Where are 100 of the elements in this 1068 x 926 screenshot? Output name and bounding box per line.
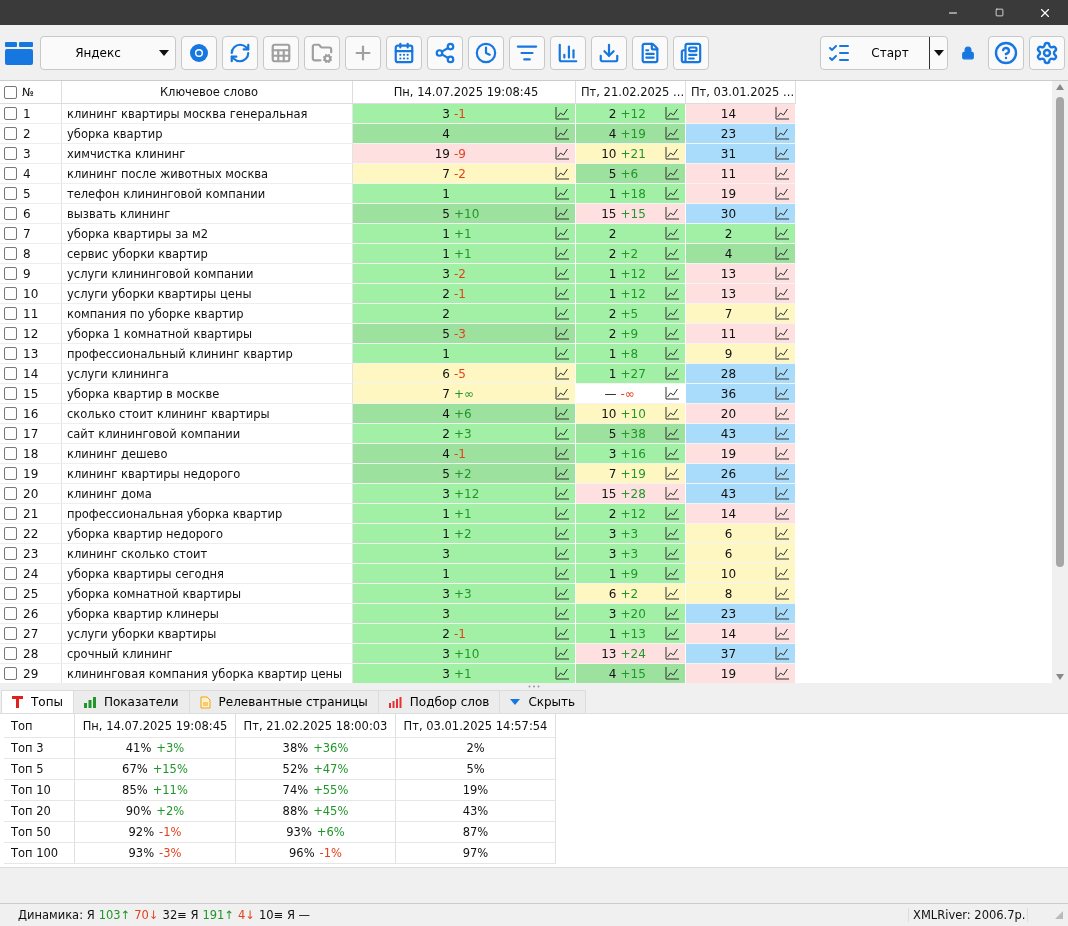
toolbar-button[interactable] [509, 35, 545, 70]
checkbox[interactable] [4, 587, 17, 600]
scrollbar[interactable] [1052, 81, 1068, 683]
column-header[interactable]: № [0, 81, 62, 104]
line-chart-icon[interactable] [665, 127, 679, 140]
lock-icon[interactable] [961, 45, 975, 60]
line-chart-icon[interactable] [665, 307, 679, 320]
checkbox[interactable] [4, 247, 17, 260]
checkbox[interactable] [4, 307, 17, 320]
line-chart-icon[interactable] [555, 347, 569, 360]
checkbox[interactable] [4, 507, 17, 520]
scrollbar-thumb[interactable] [1056, 97, 1064, 567]
line-chart-icon[interactable] [665, 207, 679, 220]
line-chart-icon[interactable] [775, 147, 789, 160]
line-chart-icon[interactable] [665, 527, 679, 540]
line-chart-icon[interactable] [665, 547, 679, 560]
checkbox[interactable] [4, 407, 17, 420]
line-chart-icon[interactable] [665, 487, 679, 500]
line-chart-icon[interactable] [555, 187, 569, 200]
line-chart-icon[interactable] [555, 407, 569, 420]
checkbox[interactable] [4, 547, 17, 560]
line-chart-icon[interactable] [775, 307, 789, 320]
toolbar-button[interactable] [386, 35, 422, 70]
line-chart-icon[interactable] [665, 107, 679, 120]
toolbar-button[interactable] [988, 35, 1024, 70]
line-chart-icon[interactable] [555, 267, 569, 280]
resize-grip-icon[interactable] [1054, 910, 1064, 920]
line-chart-icon[interactable] [775, 347, 789, 360]
line-chart-icon[interactable] [775, 487, 789, 500]
checkbox[interactable] [4, 607, 17, 620]
checkbox[interactable] [4, 427, 17, 440]
checkbox[interactable] [4, 487, 17, 500]
checkbox[interactable] [4, 647, 17, 660]
checkbox[interactable] [4, 447, 17, 460]
line-chart-icon[interactable] [775, 647, 789, 660]
line-chart-icon[interactable] [775, 227, 789, 240]
line-chart-icon[interactable] [555, 387, 569, 400]
line-chart-icon[interactable] [555, 207, 569, 220]
checkbox[interactable] [4, 327, 17, 340]
line-chart-icon[interactable] [775, 507, 789, 520]
toolbar-button[interactable] [181, 35, 217, 70]
line-chart-icon[interactable] [775, 447, 789, 460]
checkbox[interactable] [4, 267, 17, 280]
checkbox[interactable] [4, 287, 17, 300]
line-chart-icon[interactable] [775, 547, 789, 560]
checkbox[interactable] [4, 107, 17, 120]
line-chart-icon[interactable] [665, 167, 679, 180]
line-chart-icon[interactable] [555, 307, 569, 320]
line-chart-icon[interactable] [555, 167, 569, 180]
line-chart-icon[interactable] [555, 507, 569, 520]
line-chart-icon[interactable] [555, 127, 569, 140]
checkbox[interactable] [4, 367, 17, 380]
line-chart-icon[interactable] [775, 607, 789, 620]
line-chart-icon[interactable] [665, 327, 679, 340]
line-chart-icon[interactable] [555, 547, 569, 560]
line-chart-icon[interactable] [775, 167, 789, 180]
scroll-down-icon[interactable] [1056, 674, 1064, 680]
toolbar-button[interactable] [550, 35, 586, 70]
checkbox[interactable] [4, 167, 17, 180]
line-chart-icon[interactable] [775, 467, 789, 480]
checkbox[interactable] [4, 187, 17, 200]
line-chart-icon[interactable] [775, 327, 789, 340]
toolbar-button[interactable] [591, 35, 627, 70]
toolbar-button[interactable] [1029, 35, 1065, 70]
line-chart-icon[interactable] [555, 527, 569, 540]
checkbox[interactable] [4, 567, 17, 580]
checkbox[interactable] [4, 147, 17, 160]
line-chart-icon[interactable] [555, 227, 569, 240]
tab[interactable]: Показатели [73, 690, 190, 713]
line-chart-icon[interactable] [555, 287, 569, 300]
line-chart-icon[interactable] [775, 587, 789, 600]
checkbox[interactable] [4, 387, 17, 400]
line-chart-icon[interactable] [555, 607, 569, 620]
line-chart-icon[interactable] [665, 647, 679, 660]
start-button[interactable]: Старт [820, 35, 948, 70]
line-chart-icon[interactable] [775, 427, 789, 440]
line-chart-icon[interactable] [555, 467, 569, 480]
line-chart-icon[interactable] [665, 627, 679, 640]
line-chart-icon[interactable] [665, 607, 679, 620]
splitter-grip-icon[interactable] [528, 685, 540, 688]
line-chart-icon[interactable] [775, 127, 789, 140]
line-chart-icon[interactable] [665, 467, 679, 480]
line-chart-icon[interactable] [665, 427, 679, 440]
toolbar-button[interactable] [222, 35, 258, 70]
line-chart-icon[interactable] [665, 567, 679, 580]
line-chart-icon[interactable] [775, 207, 789, 220]
line-chart-icon[interactable] [555, 247, 569, 260]
checkbox[interactable] [4, 85, 17, 99]
line-chart-icon[interactable] [555, 627, 569, 640]
line-chart-icon[interactable] [775, 627, 789, 640]
line-chart-icon[interactable] [665, 187, 679, 200]
line-chart-icon[interactable] [775, 187, 789, 200]
line-chart-icon[interactable] [555, 447, 569, 460]
checkbox[interactable] [4, 467, 17, 480]
line-chart-icon[interactable] [665, 447, 679, 460]
line-chart-icon[interactable] [555, 667, 569, 680]
line-chart-icon[interactable] [555, 107, 569, 120]
line-chart-icon[interactable] [775, 247, 789, 260]
line-chart-icon[interactable] [555, 487, 569, 500]
line-chart-icon[interactable] [665, 147, 679, 160]
